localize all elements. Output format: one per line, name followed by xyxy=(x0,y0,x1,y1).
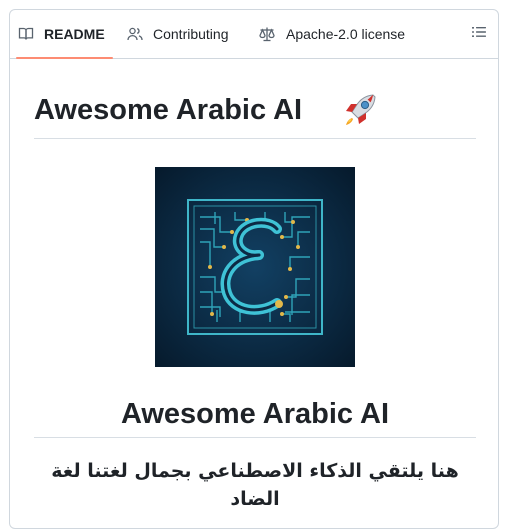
readme-title: Awesome Arabic AI xyxy=(34,94,303,126)
tab-contributing-label: Contributing xyxy=(153,26,229,42)
tab-readme[interactable]: README xyxy=(16,10,113,59)
book-icon xyxy=(18,26,34,42)
rocket-icon xyxy=(340,90,380,135)
tab-license[interactable]: Apache-2.0 license xyxy=(258,10,405,58)
readme-subtitle: Awesome Arabic AI xyxy=(120,398,390,430)
readme-panel: README Contributing Apache-2.0 license A… xyxy=(9,9,499,529)
tab-contributing[interactable]: Contributing xyxy=(127,10,229,58)
repo-file-tabs: README Contributing Apache-2.0 license xyxy=(10,10,498,59)
law-scale-icon xyxy=(258,26,276,42)
active-tab-indicator xyxy=(16,57,113,59)
readme-subheading-row: Awesome Arabic AI xyxy=(34,385,476,438)
arabic-tagline: هنا يلتقي الذكاء الاصطناعي بجمال لغتنا ل… xyxy=(51,460,459,510)
tab-readme-label: README xyxy=(44,26,105,42)
list-unordered-icon xyxy=(471,24,487,45)
readme-heading-row: Awesome Arabic AI xyxy=(34,90,476,139)
people-icon xyxy=(127,26,143,42)
arabic-ai-logo-image xyxy=(155,167,355,367)
outline-menu-button[interactable] xyxy=(469,24,489,44)
tab-license-label: Apache-2.0 license xyxy=(286,26,406,42)
